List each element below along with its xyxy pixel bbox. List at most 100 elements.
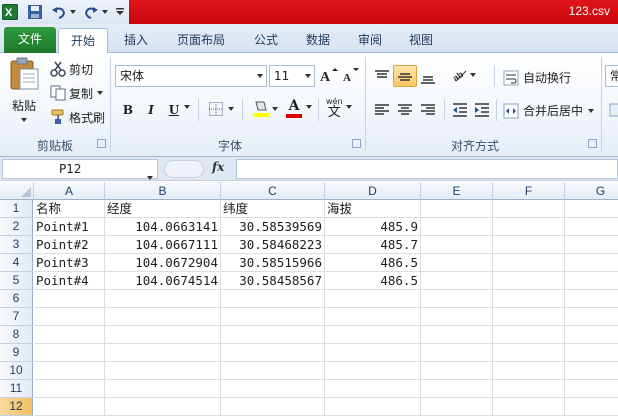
- font-name-combo[interactable]: 宋体: [115, 65, 267, 87]
- cell-d9[interactable]: [325, 344, 421, 362]
- cell-d10[interactable]: [325, 362, 421, 380]
- align-left-button[interactable]: [372, 100, 392, 120]
- cell-a12[interactable]: [34, 398, 105, 416]
- cell-b3[interactable]: 104.0667111: [105, 236, 221, 254]
- increase-indent-button[interactable]: [472, 100, 492, 120]
- cell-a10[interactable]: [34, 362, 105, 380]
- align-right-button[interactable]: [418, 100, 438, 120]
- paste-button[interactable]: 粘贴: [6, 57, 42, 129]
- cell-d3[interactable]: 485.7: [325, 236, 421, 254]
- italic-button[interactable]: I: [143, 101, 159, 119]
- formula-input[interactable]: [236, 159, 618, 179]
- cell-e12[interactable]: [421, 398, 493, 416]
- column-header-g[interactable]: G: [565, 182, 618, 200]
- cell-f8[interactable]: [493, 326, 565, 344]
- align-center-button[interactable]: [395, 100, 415, 120]
- row-header-10[interactable]: 10: [0, 362, 33, 380]
- cell-g4[interactable]: [565, 254, 618, 272]
- cell-b12[interactable]: [105, 398, 221, 416]
- cell-c5[interactable]: 30.58458567: [221, 272, 325, 290]
- cell-e5[interactable]: [421, 272, 493, 290]
- row-header-1[interactable]: 1: [0, 200, 33, 218]
- column-header-f[interactable]: F: [493, 182, 565, 200]
- column-header-a[interactable]: A: [34, 182, 105, 200]
- shrink-font-button[interactable]: A: [342, 67, 360, 83]
- cell-d5[interactable]: 486.5: [325, 272, 421, 290]
- align-top-button[interactable]: [372, 67, 392, 87]
- cell-g10[interactable]: [565, 362, 618, 380]
- phonetic-dropdown[interactable]: [346, 105, 352, 109]
- cell-b6[interactable]: [105, 290, 221, 308]
- cell-f5[interactable]: [493, 272, 565, 290]
- bold-button[interactable]: B: [120, 101, 136, 119]
- tab-data[interactable]: 数据: [298, 28, 338, 53]
- cell-c7[interactable]: [221, 308, 325, 326]
- cell-e1[interactable]: [421, 200, 493, 218]
- wrap-text-button[interactable]: 自动换行: [503, 69, 571, 86]
- alignment-dialog-launcher[interactable]: [588, 139, 597, 148]
- undo-icon[interactable]: [50, 3, 68, 21]
- row-header-12[interactable]: 12: [0, 398, 33, 416]
- row-header-6[interactable]: 6: [0, 290, 33, 308]
- cell-g3[interactable]: [565, 236, 618, 254]
- borders-button[interactable]: [208, 101, 234, 117]
- cell-f12[interactable]: [493, 398, 565, 416]
- cell-g12[interactable]: [565, 398, 618, 416]
- font-color-button[interactable]: A: [286, 99, 302, 118]
- fill-color-button[interactable]: [252, 99, 278, 119]
- cell-c6[interactable]: [221, 290, 325, 308]
- cell-a7[interactable]: [34, 308, 105, 326]
- font-size-combo[interactable]: 11: [269, 65, 315, 87]
- cell-b5[interactable]: 104.0674514: [105, 272, 221, 290]
- cell-e3[interactable]: [421, 236, 493, 254]
- insert-function-button[interactable]: fx: [212, 160, 224, 174]
- cell-d1[interactable]: 海拔: [325, 200, 421, 218]
- undo-dropdown-icon[interactable]: [69, 3, 77, 21]
- cell-b9[interactable]: [105, 344, 221, 362]
- cell-c12[interactable]: [221, 398, 325, 416]
- cell-c10[interactable]: [221, 362, 325, 380]
- cell-a1[interactable]: 名称: [34, 200, 105, 218]
- cell-a6[interactable]: [34, 290, 105, 308]
- cell-d11[interactable]: [325, 380, 421, 398]
- column-header-e[interactable]: E: [421, 182, 493, 200]
- row-header-9[interactable]: 9: [0, 344, 33, 362]
- cell-e9[interactable]: [421, 344, 493, 362]
- format-painter-button[interactable]: 格式刷: [50, 108, 105, 126]
- redo-icon[interactable]: [82, 3, 100, 21]
- decrease-indent-button[interactable]: [450, 100, 470, 120]
- cell-c8[interactable]: [221, 326, 325, 344]
- tab-view[interactable]: 视图: [401, 28, 441, 53]
- cell-b11[interactable]: [105, 380, 221, 398]
- tab-review[interactable]: 审阅: [350, 28, 390, 53]
- tab-file[interactable]: 文件: [4, 27, 56, 53]
- cell-d7[interactable]: [325, 308, 421, 326]
- copy-button[interactable]: 复制: [50, 84, 104, 102]
- row-header-2[interactable]: 2: [0, 218, 33, 236]
- cell-a11[interactable]: [34, 380, 105, 398]
- redo-dropdown-icon[interactable]: [101, 3, 109, 21]
- cell-b2[interactable]: 104.0663141: [105, 218, 221, 236]
- align-middle-button[interactable]: [393, 65, 417, 87]
- cell-c11[interactable]: [221, 380, 325, 398]
- cell-f10[interactable]: [493, 362, 565, 380]
- phonetic-button[interactable]: wén 文: [326, 97, 343, 120]
- tab-formulas[interactable]: 公式: [246, 28, 286, 53]
- cell-g11[interactable]: [565, 380, 618, 398]
- customize-toolbar-icon[interactable]: [114, 3, 126, 21]
- cell-e10[interactable]: [421, 362, 493, 380]
- underline-button[interactable]: U: [166, 101, 182, 119]
- cell-a4[interactable]: Point#3: [34, 254, 105, 272]
- column-header-b[interactable]: B: [105, 182, 221, 200]
- cell-f2[interactable]: [493, 218, 565, 236]
- cell-e4[interactable]: [421, 254, 493, 272]
- tab-insert[interactable]: 插入: [116, 28, 156, 53]
- cell-d2[interactable]: 485.9: [325, 218, 421, 236]
- column-header-d[interactable]: D: [325, 182, 421, 200]
- cell-g1[interactable]: [565, 200, 618, 218]
- cell-b8[interactable]: [105, 326, 221, 344]
- align-bottom-button[interactable]: [418, 67, 438, 87]
- cell-c9[interactable]: [221, 344, 325, 362]
- cell-f9[interactable]: [493, 344, 565, 362]
- cell-e11[interactable]: [421, 380, 493, 398]
